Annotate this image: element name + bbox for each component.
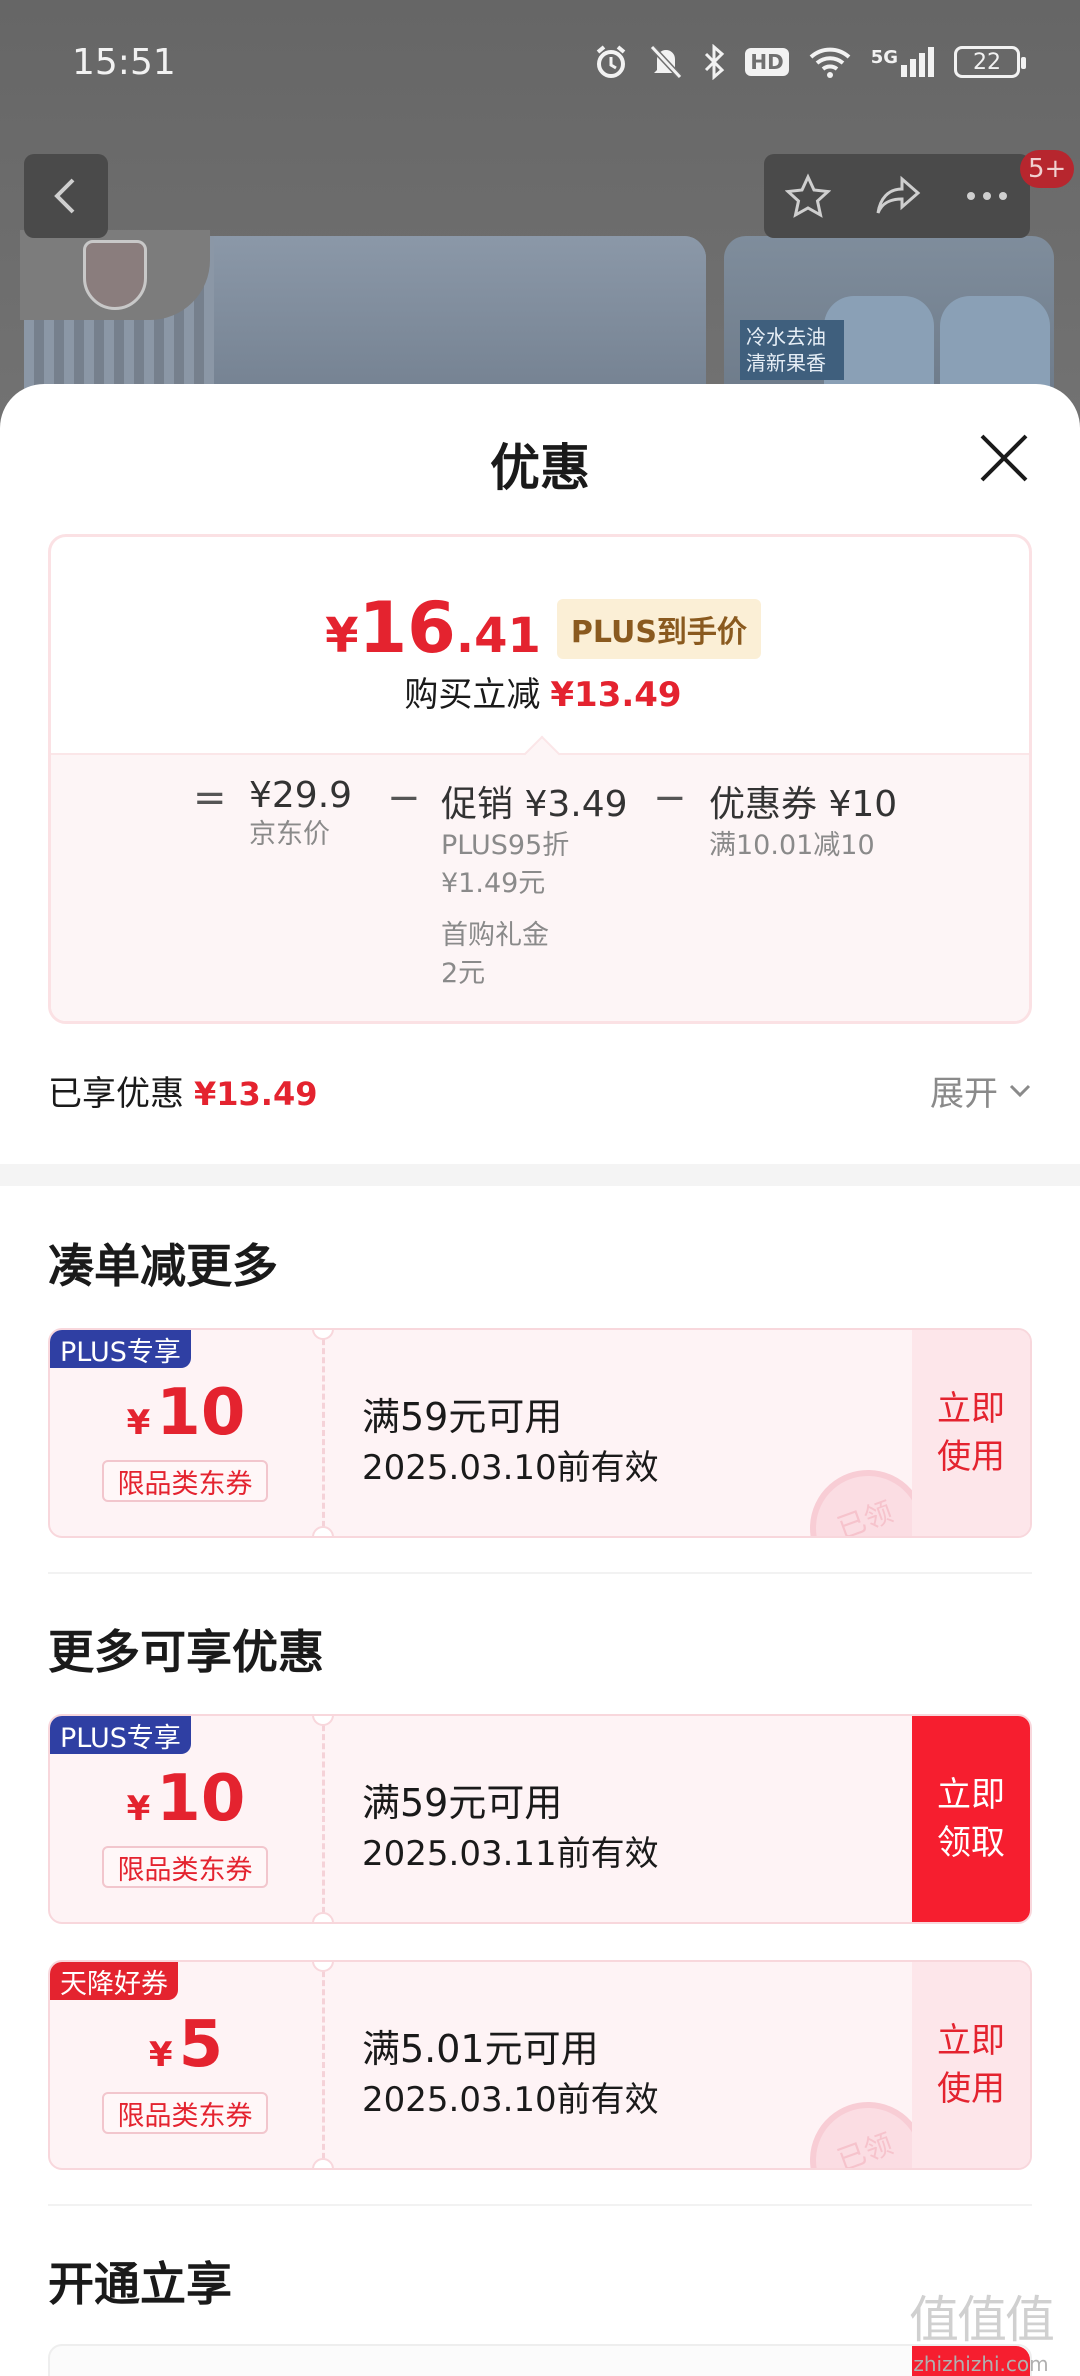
promo-amount: 促销 ¥3.49 <box>441 784 628 825</box>
final-price-row: ¥16.41 PLUS到手价 <box>51 587 1029 669</box>
claim-now-button[interactable]: 立即 领取 <box>912 1716 1030 1922</box>
share-icon[interactable] <box>874 175 922 217</box>
coupon-amount: ¥10 <box>126 1762 246 1836</box>
star-icon[interactable] <box>785 173 832 219</box>
network-type: 5G <box>870 47 898 68</box>
section-title-open-enjoy: 开通立享 <box>48 2257 232 2311</box>
coupon-tag: PLUS专享 <box>50 1330 191 1368</box>
coupon-tag: PLUS专享 <box>50 1716 191 1754</box>
expand-button[interactable]: 展开 <box>930 1066 1032 1115</box>
coupon-amount: 优惠券 ¥10 <box>709 784 898 825</box>
coupon-card: 天降好券 ¥5 限品类东券 满5.01元可用 2025.03.10前有效 已领 … <box>48 1960 1032 2170</box>
wifi-icon <box>809 47 851 78</box>
coupon-condition: 满59元可用 <box>362 1781 563 1825</box>
back-icon <box>54 178 75 214</box>
plus-price-tag: PLUS到手价 <box>556 599 761 659</box>
coupon-detail: 满10.01减10 <box>709 830 875 861</box>
promo-detail: 2元 <box>441 958 486 989</box>
watermark-url: zhizhizhi.com <box>913 2352 1049 2376</box>
enjoyed-value: ¥13.49 <box>194 1075 318 1113</box>
battery-icon: 22 <box>954 46 1026 78</box>
mute-icon <box>650 44 683 80</box>
instant-discount: 购买立减 ¥13.49 <box>404 675 682 715</box>
message-badge: 5+ <box>1020 150 1075 188</box>
price-summary-card: ¥16.41 PLUS到手价 购买立减 ¥13.49 = ¥29.9 京东价 − … <box>48 534 1032 1024</box>
divider <box>48 1572 1032 1574</box>
watermark-logo: 值值值 <box>909 2291 1055 2349</box>
coupon-amount: ¥5 <box>148 2008 224 2082</box>
expand-label: 展开 <box>930 1074 998 1114</box>
promo-col: 促销 ¥3.49 PLUS95折 ¥1.49元 首购礼金 2元 <box>441 775 628 993</box>
coupon-card: PLUS专享 ¥10 限品类东券 满59元可用 2025.03.10前有效 已领… <box>48 1328 1032 1538</box>
coupon-card: PLUS专享 ¥10 限品类东券 满59元可用 2025.03.11前有效 立即… <box>48 1714 1032 1924</box>
back-button[interactable] <box>24 154 108 238</box>
coupon-condition: 满5.01元可用 <box>362 2027 599 2071</box>
coupon-amount: ¥10 <box>126 1376 246 1450</box>
bluetooth-icon <box>705 44 725 80</box>
top-action-bar <box>764 154 1030 238</box>
section-gap <box>0 1164 1080 1186</box>
price-breakdown: = ¥29.9 京东价 − 促销 ¥3.49 PLUS95折 ¥1.49元 首购… <box>51 753 1029 1021</box>
coupon-condition: 满59元可用 <box>362 1395 563 1439</box>
promo-detail: 首购礼金 <box>441 920 549 951</box>
promo-detail: ¥1.49元 <box>441 868 546 899</box>
minus-sign: − <box>653 775 687 821</box>
use-now-button[interactable]: 立即 使用 <box>912 1330 1030 1536</box>
coupon-type: 限品类东券 <box>102 2092 268 2134</box>
section-title-more-order: 凑单减更多 <box>48 1239 278 1293</box>
more-icon[interactable] <box>965 190 1009 202</box>
coupon-tag: 天降好券 <box>50 1962 178 2000</box>
jd-price-label: 京东价 <box>249 819 330 850</box>
coupon-validity: 2025.03.11前有效 <box>362 1834 659 1874</box>
divider <box>48 2204 1032 2206</box>
enjoyed-label: 已享优惠 <box>48 1074 184 1114</box>
status-icons: HD 5G 22 <box>593 44 1026 80</box>
brand-logo <box>20 230 210 320</box>
equals-sign: = <box>193 775 227 821</box>
signal-icon: 5G <box>871 47 934 77</box>
coupon-col: 优惠券 ¥10 满10.01减10 <box>709 775 897 865</box>
membership-card-partial <box>48 2344 1032 2376</box>
coupon-validity: 2025.03.10前有效 <box>362 1448 659 1488</box>
alarm-icon <box>597 45 626 78</box>
final-price: ¥16.41 <box>325 587 541 669</box>
section-title-more-benefits: 更多可享优惠 <box>48 1625 324 1679</box>
status-time: 15:51 <box>72 42 176 83</box>
promo-detail: PLUS95折 <box>441 830 570 861</box>
hd-icon: HD <box>745 48 789 76</box>
chevron-down-icon <box>1009 1084 1031 1097</box>
banner-caption: 冷水去油 清新果香 <box>740 320 844 380</box>
close-icon[interactable] <box>976 430 1032 486</box>
coupon-type: 限品类东券 <box>102 1460 268 1502</box>
sheet-title: 优惠 <box>490 439 590 497</box>
coupon-type: 限品类东券 <box>102 1846 268 1888</box>
minus-sign: − <box>387 775 421 821</box>
site-watermark: 值值值 zhizhizhi.com <box>896 2280 1066 2376</box>
discount-sheet: 优惠 ¥16.41 PLUS到手价 购买立减 ¥13.49 = ¥29.9 京东价… <box>0 384 1080 2376</box>
coupon-validity: 2025.03.10前有效 <box>362 2080 659 2120</box>
enjoyed-discount-row: 已享优惠 ¥13.49 展开 <box>48 1066 1032 1116</box>
status-bar: 15:51 HD 5G 22 <box>0 0 1080 130</box>
jd-price: ¥29.9 <box>249 775 353 816</box>
use-now-button[interactable]: 立即 使用 <box>912 1962 1030 2168</box>
jd-price-col: ¥29.9 京东价 <box>249 775 352 854</box>
